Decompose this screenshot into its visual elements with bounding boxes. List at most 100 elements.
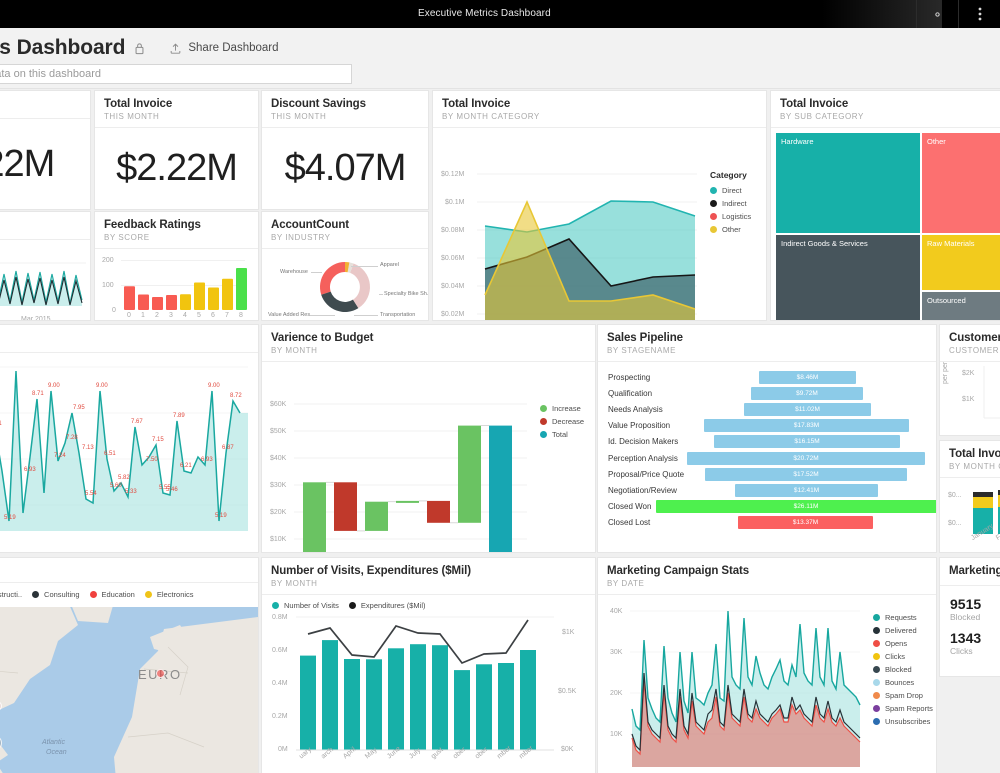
legend-item[interactable]: Constructi.. [0, 590, 22, 599]
funnel-row[interactable]: Qualification $9.72M [598, 385, 936, 401]
funnel-row[interactable]: Negotiation/Review $12.41M [598, 482, 936, 498]
legend-item[interactable]: Unsubscribes [873, 717, 933, 726]
treemap-node-raw-materials[interactable]: Raw Materials [922, 235, 1000, 290]
legend: Requests Delivered Opens Clicks Blocked … [873, 613, 933, 730]
legend-item[interactable]: Requests [873, 613, 933, 622]
tile-web-traffic[interactable]: Traffic Feb 2015 Mar 2015 [0, 212, 90, 320]
funnel-row[interactable]: Closed Lost $13.37M [598, 515, 936, 531]
tile-account-count[interactable]: AccountCount BY INDUSTRY Apparel Special… [262, 212, 428, 320]
overflow-icon[interactable] [958, 0, 1000, 28]
legend-label: Blocked [885, 665, 912, 674]
legend-item[interactable]: Blocked [873, 665, 933, 674]
funnel-stage-label: Negotiation/Review [608, 485, 677, 495]
treemap-node-other[interactable]: Other [922, 133, 1000, 233]
legend-item[interactable]: Consulting [32, 590, 80, 599]
search-input[interactable] [0, 64, 352, 84]
legend-item[interactable]: Spam Drop [873, 691, 933, 700]
funnel-bar: $20.72M [687, 451, 925, 465]
tile-title: AccountCount [271, 219, 350, 231]
stat-value: 9515 [950, 596, 982, 612]
funnel-row[interactable]: Needs Analysis $11.02M [598, 401, 936, 417]
tile-title: back Trend [0, 332, 249, 344]
page-title: Metrics Dashboard [0, 36, 126, 59]
funnel-row[interactable]: Proposal/Price Quote $17.52M [598, 466, 936, 482]
funnel-row[interactable]: Perception Analysis $20.72M [598, 450, 936, 466]
tile-variance-to-budget[interactable]: Varience to Budget BY MONTH $60K $50K $4… [262, 325, 595, 552]
donut-label: Warehouse [280, 269, 308, 275]
legend-item[interactable]: Logistics [710, 212, 751, 221]
legend-item[interactable]: Bounces [873, 678, 933, 687]
treemap-label: Indirect Goods & Services [781, 239, 868, 248]
tile-subtitle: BY MONTH [271, 579, 318, 588]
tile-industry-map[interactable]: DUSTRY chnol.. Constructi.. Consulting E… [0, 558, 258, 773]
tile-subtitle: BY INDUSTRY [271, 233, 331, 242]
tile-feedback-ratings[interactable]: Feedback Ratings BY SCORE 200 100 0 0 1 … [95, 212, 258, 320]
treemap: Hardware Other Indirect Goods & Services… [776, 133, 1000, 320]
legend-swatch [873, 627, 880, 634]
legend-swatch [873, 705, 880, 712]
legend-item[interactable]: Direct [710, 186, 751, 195]
kpi-value: $4.07M [284, 147, 407, 189]
legend-item[interactable]: Decrease [540, 417, 584, 426]
map-label-ocean: Ocean [46, 749, 67, 756]
treemap-node-hardware[interactable]: Hardware [776, 133, 920, 233]
header-title-row: Metrics Dashboard Share Dashboard [0, 36, 279, 60]
svg-text:5.46: 5.46 [166, 487, 178, 493]
tile-feedback-trend[interactable]: back Trend 7.437.637.35 7.615.19 8.719.0… [0, 325, 258, 552]
funnel-row[interactable]: Prospecting $8.46M [598, 369, 936, 385]
legend-item[interactable]: Delivered [873, 626, 933, 635]
tile-header: Varience to Budget BY MONTH [262, 325, 595, 362]
legend-label: Total [552, 430, 568, 439]
tile-subtitle: DUSTRY [0, 567, 249, 576]
legend-label: Electronics [156, 590, 194, 599]
svg-text:7.15: 7.15 [152, 437, 164, 443]
x-tick: 5 [197, 312, 201, 319]
legend-item[interactable]: Electronics [144, 590, 194, 599]
tile-marketing-campaign-stats[interactable]: Marketing Campaign Stats BY DATE 40K 30K… [598, 558, 936, 773]
tile-discount-savings-kpi[interactable]: Discount Savings THIS MONTH $4.07M [262, 91, 428, 209]
treemap-node-indirect-goods[interactable]: Indirect Goods & Services [776, 235, 920, 320]
tile-customer-size[interactable]: Customer Siz CUSTOMER GROU $2K $1K per p… [940, 325, 1000, 435]
legend-item[interactable]: Other [710, 225, 751, 234]
legend-item[interactable]: Increase [540, 404, 584, 413]
legend-label: Education [101, 590, 135, 599]
x-tick: 1 [141, 312, 145, 319]
svg-text:9.00: 9.00 [96, 383, 108, 389]
tile-title: Total Invoice [442, 98, 511, 110]
funnel-row[interactable]: Id. Decision Makers $16.15M [598, 434, 936, 450]
tile-subtitle: BY MONTH CATEGORY [442, 112, 540, 121]
share-dashboard-label: Share Dashboard [188, 42, 279, 54]
svg-text:7.13: 7.13 [82, 445, 94, 451]
treemap-node-outsourced[interactable]: Outsourced [922, 292, 1000, 320]
legend-item[interactable]: Total [540, 430, 584, 439]
tile-total-invoice-area[interactable]: Total Invoice BY MONTH CATEGORY $0.12M $… [433, 91, 766, 320]
map-viewport[interactable]: NORTH MERICA EURO Atlantic Ocean [0, 607, 258, 773]
legend-item[interactable]: Indirect [710, 199, 751, 208]
tile-title: Total Invoice [104, 98, 173, 110]
tile-subtitle: BY SCORE [104, 233, 150, 242]
tile-sales-pipeline[interactable]: Sales Pipeline BY STAGENAME Prospecting … [598, 325, 936, 552]
legend-item[interactable]: Spam Reports [873, 704, 933, 713]
gear-icon[interactable] [916, 0, 958, 28]
tile-total-invoice-stacked[interactable]: Total Invoice, BY MONTH CATE $0... $0... [940, 441, 1000, 552]
tile-body: $2.22M [95, 128, 258, 209]
legend-item[interactable]: Clicks [873, 652, 933, 661]
funnel-bar: $11.02M [744, 402, 871, 416]
tile-body: 40K 30K 20K 10K Requests Delivered Opens… [598, 595, 936, 773]
funnel-stage-label: Value Proposition [608, 421, 671, 431]
tile-marketing-card[interactable]: Marketing Ca 9515 Blocked 1343 Clicks [940, 558, 1000, 676]
tile-body: 7.437.637.35 7.615.19 8.719.006.93 7.247… [0, 353, 258, 552]
share-dashboard-button[interactable]: Share Dashboard [169, 42, 279, 55]
donut-label: Transportation [380, 312, 416, 318]
svg-text:5.33: 5.33 [125, 489, 137, 495]
tile-revenue-kpi[interactable]: ue 5.22M [0, 91, 90, 209]
legend-item[interactable]: Opens [873, 639, 933, 648]
funnel-row[interactable]: Value Proposition $17.83M [598, 418, 936, 434]
svg-text:7.61: 7.61 [0, 421, 2, 427]
tile-total-invoice-kpi[interactable]: Total Invoice THIS MONTH $2.22M [95, 91, 258, 209]
tile-visits-expenditures[interactable]: Number of Visits, Expenditures ($Mil) BY… [262, 558, 595, 773]
funnel-row[interactable]: Closed Won $26.11M [598, 499, 936, 515]
map-bubble[interactable] [156, 669, 165, 678]
legend-item[interactable]: Education [89, 590, 135, 599]
tile-total-invoice-treemap[interactable]: Total Invoice BY SUB CATEGORY Hardware O… [771, 91, 1000, 320]
